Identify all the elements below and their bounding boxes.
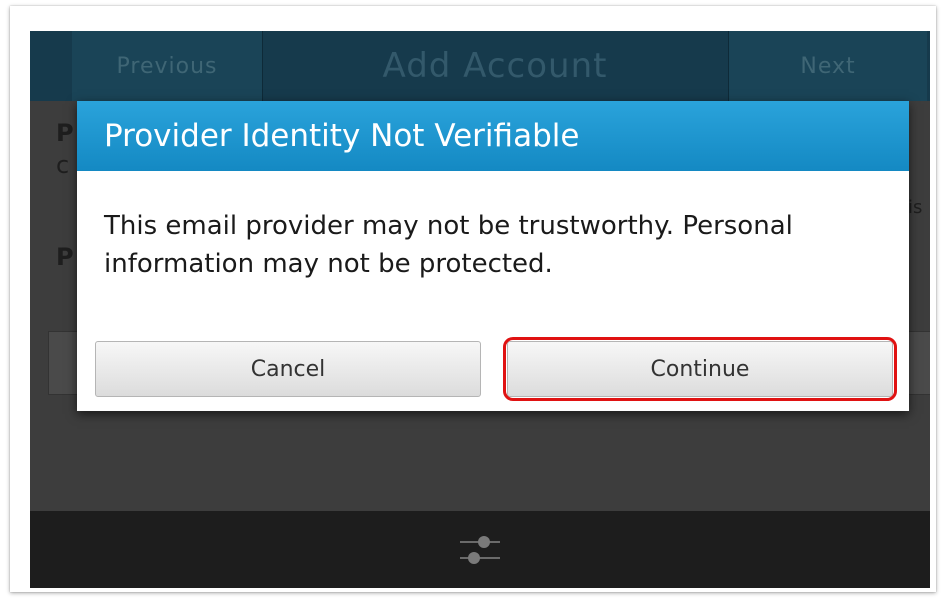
previous-button[interactable]: Previous bbox=[72, 31, 263, 101]
background-text-fragment: P bbox=[56, 119, 74, 147]
previous-button-label: Previous bbox=[116, 53, 218, 79]
page-title: Add Account bbox=[382, 46, 608, 86]
title-bar: Previous Add Account Next bbox=[30, 31, 930, 101]
dialog-title: Provider Identity Not Verifiable bbox=[104, 118, 580, 154]
dialog-message: This email provider may not be trustwort… bbox=[104, 211, 793, 279]
cancel-button-label: Cancel bbox=[250, 356, 326, 382]
bottom-bar bbox=[30, 511, 930, 588]
continue-button[interactable]: Continue bbox=[503, 337, 897, 401]
verification-dialog: Provider Identity Not Verifiable This em… bbox=[77, 101, 909, 411]
screenshot-frame: Previous Add Account Next P c P is Provi… bbox=[10, 6, 936, 592]
sliders-icon[interactable] bbox=[458, 531, 502, 569]
background-text-fragment: c bbox=[56, 151, 70, 179]
cancel-button[interactable]: Cancel bbox=[95, 341, 481, 397]
next-button-label: Next bbox=[800, 53, 856, 79]
dialog-header: Provider Identity Not Verifiable bbox=[77, 101, 909, 171]
next-button[interactable]: Next bbox=[728, 31, 927, 101]
background-text-fragment: is bbox=[908, 197, 923, 218]
highlight-outline bbox=[503, 337, 897, 401]
background-text-fragment: P bbox=[56, 243, 74, 271]
